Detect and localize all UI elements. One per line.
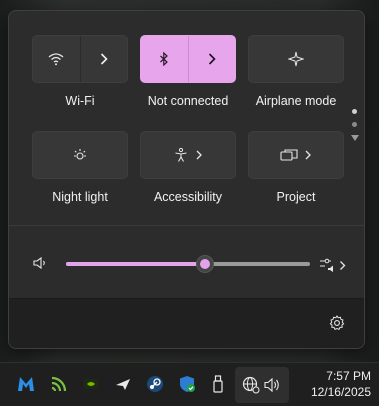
clock-time: 7:57 PM (326, 369, 371, 383)
night-light-tile[interactable] (32, 131, 128, 179)
clock-date: 12/16/2025 (310, 385, 371, 399)
nvidia-icon[interactable] (79, 372, 103, 396)
audio-output-button[interactable] (319, 257, 346, 273)
accessibility-icon (173, 147, 189, 163)
system-tray-button[interactable] (235, 367, 289, 403)
malwarebytes-icon[interactable] (14, 372, 38, 396)
wifi-label: Wi-Fi (65, 94, 95, 108)
airplane-mode-label: Airplane mode (255, 94, 337, 108)
speaker-icon[interactable] (33, 256, 49, 270)
airplane-icon (288, 51, 304, 67)
bluetooth-toggle[interactable] (141, 36, 189, 82)
accessibility-label: Accessibility (153, 190, 223, 204)
usb-drive-icon[interactable] (206, 372, 230, 396)
divider (9, 225, 364, 226)
airplane-mode-tile[interactable] (248, 35, 344, 83)
wifi-tile[interactable] (32, 35, 128, 83)
accessibility-tile[interactable] (140, 131, 236, 179)
settings-gear-icon[interactable] (329, 315, 345, 331)
clock[interactable]: 7:57 PM 12/16/2025 (311, 368, 371, 400)
steam-icon[interactable] (143, 372, 167, 396)
network-icon (239, 373, 263, 397)
bluetooth-label: Not connected (147, 94, 229, 108)
chevron-right-icon (304, 149, 312, 161)
chevron-right-icon (339, 260, 346, 271)
volume-slider[interactable] (66, 255, 310, 273)
page-dot-2[interactable] (352, 122, 357, 127)
night-light-icon (72, 147, 88, 163)
audio-output-icon (319, 257, 337, 273)
page-indicator[interactable] (351, 109, 359, 141)
volume-slider-thumb[interactable] (196, 255, 215, 273)
wifi-icon (48, 52, 64, 66)
volume-icon (261, 373, 285, 397)
chevron-right-icon (100, 53, 108, 65)
nvidia-broadcast-icon[interactable] (47, 372, 71, 396)
wifi-toggle[interactable] (33, 36, 81, 82)
night-light-label: Night light (52, 190, 108, 204)
bluetooth-tile[interactable] (140, 35, 236, 83)
project-label: Project (276, 190, 316, 204)
bluetooth-icon (159, 52, 169, 66)
taskbar: 7:57 PM 12/16/2025 (0, 362, 379, 406)
bluetooth-expand-button[interactable] (189, 36, 236, 82)
page-dot-1[interactable] (352, 109, 357, 114)
project-icon (280, 148, 298, 162)
quick-settings-panel: Wi-Fi Not connected Airplane mode Night … (8, 10, 365, 349)
volume-slider-fill (66, 262, 206, 266)
chevron-right-icon (208, 53, 216, 65)
quick-settings-footer (9, 298, 364, 348)
project-tile[interactable] (248, 131, 344, 179)
chevron-right-icon (195, 149, 203, 161)
security-shield-icon[interactable] (175, 372, 199, 396)
wifi-expand-button[interactable] (81, 36, 128, 82)
page-down-arrow[interactable] (351, 135, 359, 141)
flight-icon[interactable] (111, 372, 135, 396)
